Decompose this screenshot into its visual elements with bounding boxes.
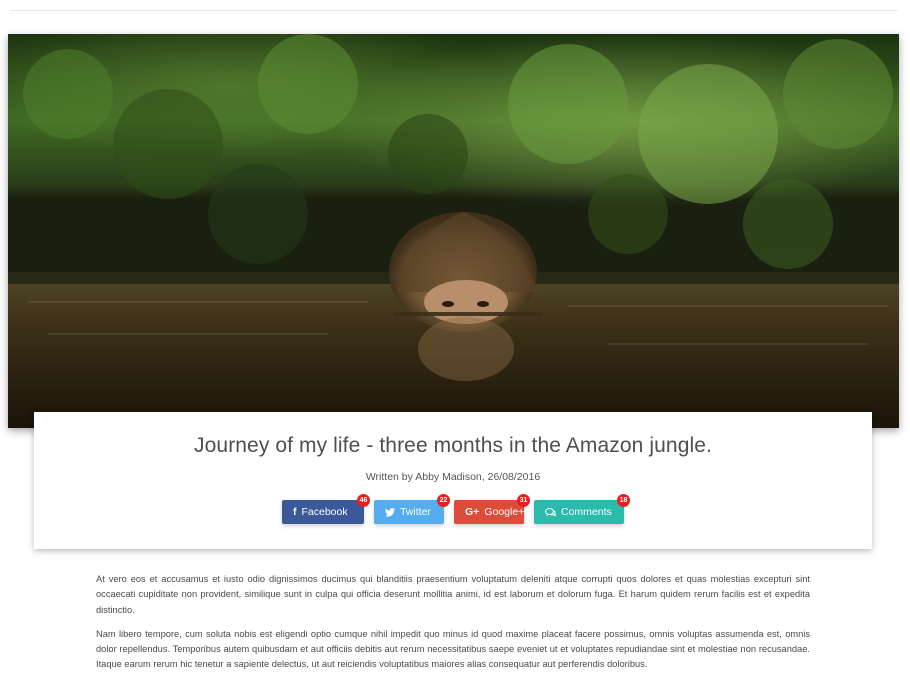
article-paragraph: At vero eos et accusamus et iusto odio d… [96, 574, 810, 615]
comments-label: Comments [561, 506, 612, 518]
twitter-icon [385, 507, 395, 517]
share-buttons: f Facebook 46 Twitter 22 G+ Google+ 31 C… [34, 494, 872, 524]
article-paragraph: Nam libero tempore, cum soluta nobis est… [96, 628, 810, 670]
facebook-icon: f [293, 506, 297, 518]
comments-icon [545, 507, 556, 517]
google-plus-icon: G+ [465, 506, 480, 518]
google-plus-share-button[interactable]: G+ Google+ 31 [454, 494, 530, 524]
google-plus-label: Google+ [484, 506, 525, 518]
hero-image [8, 34, 899, 428]
top-divider [10, 10, 898, 11]
facebook-share-button[interactable]: f Facebook 46 [282, 494, 370, 524]
twitter-count-badge: 22 [437, 494, 450, 507]
twitter-label: Twitter [400, 506, 431, 518]
post-byline: Written by Abby Madison, 26/08/2016 [365, 471, 541, 483]
article-body: At vero eos et accusamus et iusto odio d… [96, 572, 810, 682]
comments-button[interactable]: Comments 18 [534, 494, 630, 524]
facebook-label: Facebook [301, 506, 348, 518]
twitter-share-button[interactable]: Twitter 22 [374, 494, 450, 524]
google-plus-count-badge: 31 [517, 494, 530, 507]
comments-count-badge: 18 [617, 494, 630, 507]
facebook-count-badge: 46 [357, 494, 370, 507]
post-header-card: Journey of my life - three months in the… [34, 412, 872, 549]
post-title: Journey of my life - three months in the… [194, 434, 712, 457]
